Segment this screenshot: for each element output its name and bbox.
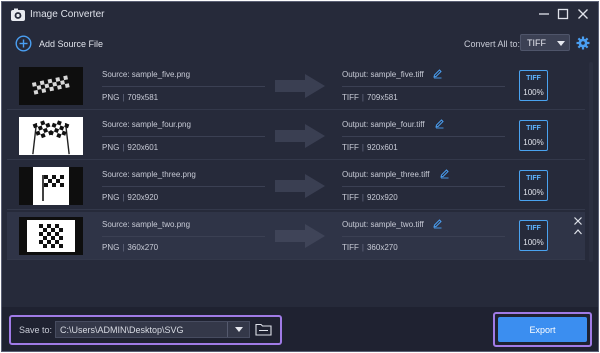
output-filename: Output: sample_four.tiff (342, 120, 425, 129)
edit-icon[interactable] (439, 168, 450, 179)
divider (102, 236, 265, 237)
output-info: TIFF | 920x601 (342, 143, 398, 152)
maximize-icon[interactable] (555, 6, 571, 22)
file-thumbnail (19, 117, 83, 155)
output-info: TIFF | 360x270 (342, 243, 398, 252)
file-thumbnail (19, 217, 83, 255)
source-filename: Source: sample_five.png (102, 70, 191, 79)
output-format-button[interactable]: TIFF 100% (519, 120, 548, 151)
chevron-down-icon (557, 41, 565, 46)
save-to-label: Save to: (19, 325, 53, 335)
file-row[interactable]: Source: sample_two.png PNG | 360x270 Outpu… (7, 212, 585, 260)
file-row[interactable]: Source: sample_five.png PNG | 709x581 Outp… (7, 62, 585, 110)
output-info: TIFF | 709x581 (342, 93, 398, 102)
row-divider (7, 159, 585, 160)
scrollbar[interactable] (587, 62, 595, 262)
add-source-file-button[interactable]: Add Source File (39, 39, 103, 49)
export-group: Export (493, 312, 592, 347)
file-list: Source: sample_five.png PNG | 709x581 Outp… (7, 62, 585, 262)
bottom-bar: Save to: Export (2, 307, 598, 351)
divider (342, 136, 505, 137)
toolbar: Add Source File Convert All to: TIFF (2, 28, 598, 61)
divider (342, 236, 505, 237)
format-select-value: TIFF (527, 38, 546, 48)
divider (102, 136, 265, 137)
source-filename: Source: sample_two.png (102, 220, 191, 229)
row-divider (7, 259, 585, 260)
format-badge-label: TIFF (526, 75, 541, 82)
progress-percent: 100% (523, 138, 544, 147)
output-filename: Output: sample_two.tiff (342, 220, 424, 229)
file-row[interactable]: Source: sample_four.png PNG | 920x601 Outp… (7, 112, 585, 160)
output-format-button[interactable]: TIFF 100% (519, 170, 548, 201)
arrow-right-icon (275, 124, 325, 148)
source-info: PNG | 709x581 (102, 93, 159, 102)
close-icon[interactable] (575, 6, 591, 22)
app-window: Image Converter Add Source File Convert … (1, 1, 599, 352)
format-badge-label: TIFF (526, 125, 541, 132)
minimize-icon[interactable] (536, 6, 552, 22)
gear-icon[interactable] (576, 36, 590, 50)
edit-icon[interactable] (434, 118, 445, 129)
progress-percent: 100% (523, 188, 544, 197)
output-format-button[interactable]: TIFF 100% (519, 220, 548, 251)
convert-all-label: Convert All to: (464, 39, 521, 49)
output-info: TIFF | 920x920 (342, 193, 398, 202)
file-row[interactable]: Source: sample_three.png PNG | 920x920 Out… (7, 162, 585, 210)
row-divider (7, 109, 585, 110)
progress-percent: 100% (523, 238, 544, 247)
source-info: PNG | 920x601 (102, 143, 159, 152)
add-file-icon[interactable] (15, 35, 32, 52)
remove-file-icon[interactable] (573, 216, 583, 226)
output-filename: Output: sample_three.tiff (342, 170, 430, 179)
divider (102, 186, 265, 187)
output-filename: Output: sample_five.tiff (342, 70, 424, 79)
source-info: PNG | 920x920 (102, 193, 159, 202)
arrow-right-icon (275, 74, 325, 98)
row-divider (7, 209, 585, 210)
folder-icon[interactable] (255, 322, 272, 336)
title-bar: Image Converter (2, 2, 598, 28)
file-thumbnail (19, 167, 83, 205)
progress-percent: 100% (523, 88, 544, 97)
format-badge-label: TIFF (526, 175, 541, 182)
save-path-input[interactable] (55, 321, 250, 338)
output-format-button[interactable]: TIFF 100% (519, 70, 548, 101)
divider (342, 186, 505, 187)
edit-icon[interactable] (432, 68, 443, 79)
window-title: Image Converter (30, 9, 105, 20)
divider (102, 86, 265, 87)
chevron-up-icon[interactable] (573, 228, 583, 236)
source-filename: Source: sample_three.png (102, 170, 196, 179)
arrow-right-icon (275, 174, 325, 198)
app-logo-icon (11, 8, 25, 21)
source-info: PNG | 360x270 (102, 243, 159, 252)
chevron-down-icon (235, 327, 243, 332)
arrow-right-icon (275, 224, 325, 248)
export-button[interactable]: Export (498, 317, 587, 342)
file-thumbnail (19, 67, 83, 105)
edit-icon[interactable] (432, 218, 443, 229)
save-to-group: Save to: (9, 315, 282, 345)
format-badge-label: TIFF (526, 225, 541, 232)
divider (342, 86, 505, 87)
save-path-dropdown[interactable] (227, 322, 249, 337)
convert-format-select[interactable]: TIFF (520, 34, 570, 51)
source-filename: Source: sample_four.png (102, 120, 191, 129)
